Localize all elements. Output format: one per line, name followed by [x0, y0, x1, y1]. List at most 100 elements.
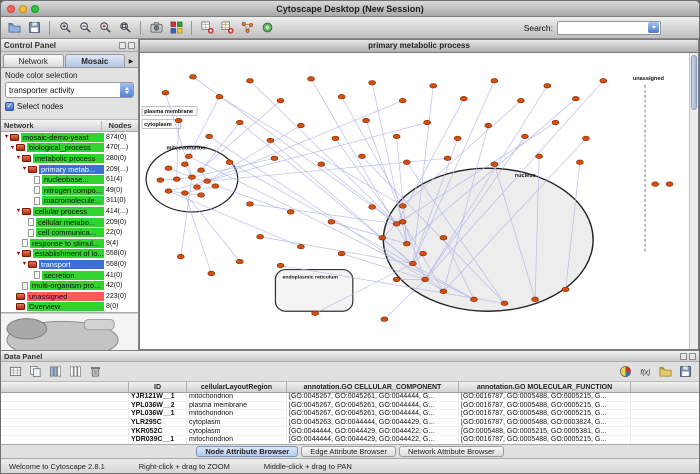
select-columns-icon[interactable]	[46, 363, 64, 381]
network-overview-pane[interactable]	[1, 313, 138, 350]
network-node[interactable]	[208, 271, 215, 276]
tree-row[interactable]: nitrogen compo...49(0)	[1, 185, 138, 196]
copy-table-icon[interactable]	[26, 363, 44, 381]
column-header[interactable]: annotation.GO MOLECULAR_FUNCTION	[459, 382, 631, 392]
table-cell[interactable]: [GO:0005488, GO:0005215, GO:0005381, G..…	[459, 427, 631, 435]
expand-arrow-icon[interactable]: ▼	[15, 206, 22, 216]
network-node[interactable]	[277, 98, 284, 103]
network-node[interactable]	[247, 202, 254, 207]
tree-item-label[interactable]: cell communica...	[36, 228, 104, 237]
table-cell[interactable]: [GO:0016787, GO:0005488, GO:0005215, G..…	[459, 393, 631, 401]
tree-header-nodes[interactable]: Nodes	[102, 121, 138, 130]
table-cell[interactable]: cytoplasm	[187, 427, 287, 435]
tab-network[interactable]: Network	[3, 54, 64, 67]
tree-item-label[interactable]: cellular process	[33, 207, 104, 216]
network-canvas[interactable]: plasma membranecytoplasmunassignedmitoch…	[139, 53, 699, 350]
network-node[interactable]	[576, 160, 583, 165]
expand-arrow-icon[interactable]: ▼	[21, 164, 28, 174]
tree-row[interactable]: response to stimul...9(4)	[1, 238, 138, 249]
tree-row[interactable]: Overview8(0)	[1, 302, 138, 313]
network-node[interactable]	[363, 118, 370, 123]
network-node[interactable]	[165, 189, 172, 194]
network-node[interactable]	[297, 244, 304, 249]
network-node[interactable]	[521, 134, 528, 139]
network-node[interactable]	[212, 184, 219, 189]
import-network-icon[interactable]	[198, 19, 216, 37]
open-session-icon[interactable]	[5, 19, 23, 37]
table-row[interactable]: YKR052Ccytoplasm[GO:0044444, GO:0044429,…	[1, 427, 699, 436]
tree-item-label[interactable]: mosaic-demo-yeast	[21, 133, 104, 142]
network-node[interactable]	[216, 94, 223, 99]
network-node[interactable]	[536, 154, 543, 159]
network-node[interactable]	[552, 120, 559, 125]
table-row[interactable]: YPL036W__1mitochondrion[GO:0045267, GO:0…	[1, 410, 699, 419]
network-node[interactable]	[501, 301, 508, 306]
network-node[interactable]	[165, 166, 172, 171]
zoom-out-icon[interactable]	[76, 19, 94, 37]
network-node[interactable]	[247, 79, 254, 84]
table-cell[interactable]: YDR039C__1	[129, 436, 187, 444]
table-cell[interactable]: [GO:0016787, GO:0005488, GO:0005215, G..…	[459, 410, 631, 418]
tree-item-label[interactable]: establishment of lo...	[33, 249, 104, 258]
network-node[interactable]	[204, 179, 211, 184]
tree-item-label[interactable]: cellular metabo...	[36, 218, 104, 227]
save-session-icon[interactable]	[25, 19, 43, 37]
network-node[interactable]	[206, 134, 213, 139]
network-node[interactable]	[379, 235, 386, 240]
unselect-columns-icon[interactable]	[66, 363, 84, 381]
network-node[interactable]	[157, 178, 164, 183]
network-node[interactable]	[652, 182, 659, 187]
table-cell[interactable]: mitochondrion	[187, 393, 287, 401]
network-node[interactable]	[381, 317, 388, 322]
network-node[interactable]	[369, 81, 376, 86]
tree-item-label[interactable]: macromolecule...	[42, 196, 104, 205]
tree-row[interactable]: ▼establishment of lo...558(0)	[1, 249, 138, 260]
zoom-in-icon[interactable]	[56, 19, 74, 37]
network-node[interactable]	[328, 220, 335, 225]
column-header[interactable]: annotation.GO CELLULAR_COMPONENT	[287, 382, 459, 392]
tree-row[interactable]: ▼transport558(0)	[1, 259, 138, 270]
tree-row[interactable]: unassigned223(0)	[1, 291, 138, 302]
network-node[interactable]	[517, 98, 524, 103]
table-cell[interactable]: mitochondrion	[187, 410, 287, 418]
network-node[interactable]	[393, 134, 400, 139]
open-folder-icon[interactable]	[656, 363, 674, 381]
search-dropdown-icon[interactable]	[648, 22, 659, 33]
tree-row[interactable]: cell communica...22(0)	[1, 227, 138, 238]
network-node[interactable]	[403, 160, 410, 165]
column-header[interactable]: ID	[129, 382, 187, 392]
table-row[interactable]: YLR295Ccytoplasm[GO:0045263, GO:0044444,…	[1, 419, 699, 428]
formula-icon[interactable]: f(x)	[636, 363, 654, 381]
network-node[interactable]	[338, 94, 345, 99]
table-row[interactable]: YPL036W__2plasma membrane[GO:0045267, GO…	[1, 402, 699, 411]
network-node[interactable]	[562, 287, 569, 292]
network-node[interactable]	[399, 98, 406, 103]
search-input[interactable]	[557, 21, 661, 35]
network-node[interactable]	[162, 90, 169, 95]
network-node[interactable]	[312, 311, 319, 316]
tab-network-attribute-browser[interactable]: Network Attribute Browser	[399, 446, 504, 457]
table-cell[interactable]: cytoplasm	[187, 419, 287, 427]
network-node[interactable]	[393, 277, 400, 282]
network-node[interactable]	[430, 83, 437, 88]
column-header[interactable]: cellularLayoutRegion	[187, 382, 287, 392]
tree-row[interactable]: ▼metabolic process280(0)	[1, 153, 138, 164]
network-node[interactable]	[403, 241, 410, 246]
tree-row[interactable]: cellular metabo...209(0)	[1, 217, 138, 228]
network-node[interactable]	[308, 77, 315, 82]
network-node[interactable]	[194, 185, 201, 190]
vertical-scrollbar[interactable]	[689, 53, 698, 349]
tree-row[interactable]: ▼biological_process470(...)	[1, 143, 138, 154]
tree-item-label[interactable]: unassigned	[27, 292, 104, 301]
tree-row[interactable]: macromolecule...311(0)	[1, 196, 138, 207]
float-panel-icon[interactable]	[119, 42, 126, 49]
table-cell[interactable]: YKR052C	[129, 427, 187, 435]
tabs-overflow-arrow-icon[interactable]: ▶	[126, 58, 136, 67]
tree-item-label[interactable]: primary metab...	[39, 165, 104, 174]
network-node[interactable]	[600, 79, 607, 84]
network-node[interactable]	[297, 123, 304, 128]
attribute-table[interactable]: IDcellularLayoutRegionannotation.GO CELL…	[1, 382, 699, 445]
network-node[interactable]	[198, 168, 205, 173]
zoom-window-button[interactable]	[31, 5, 39, 13]
tree-row[interactable]: ▼mosaic-demo-yeast874(0)	[1, 132, 138, 143]
